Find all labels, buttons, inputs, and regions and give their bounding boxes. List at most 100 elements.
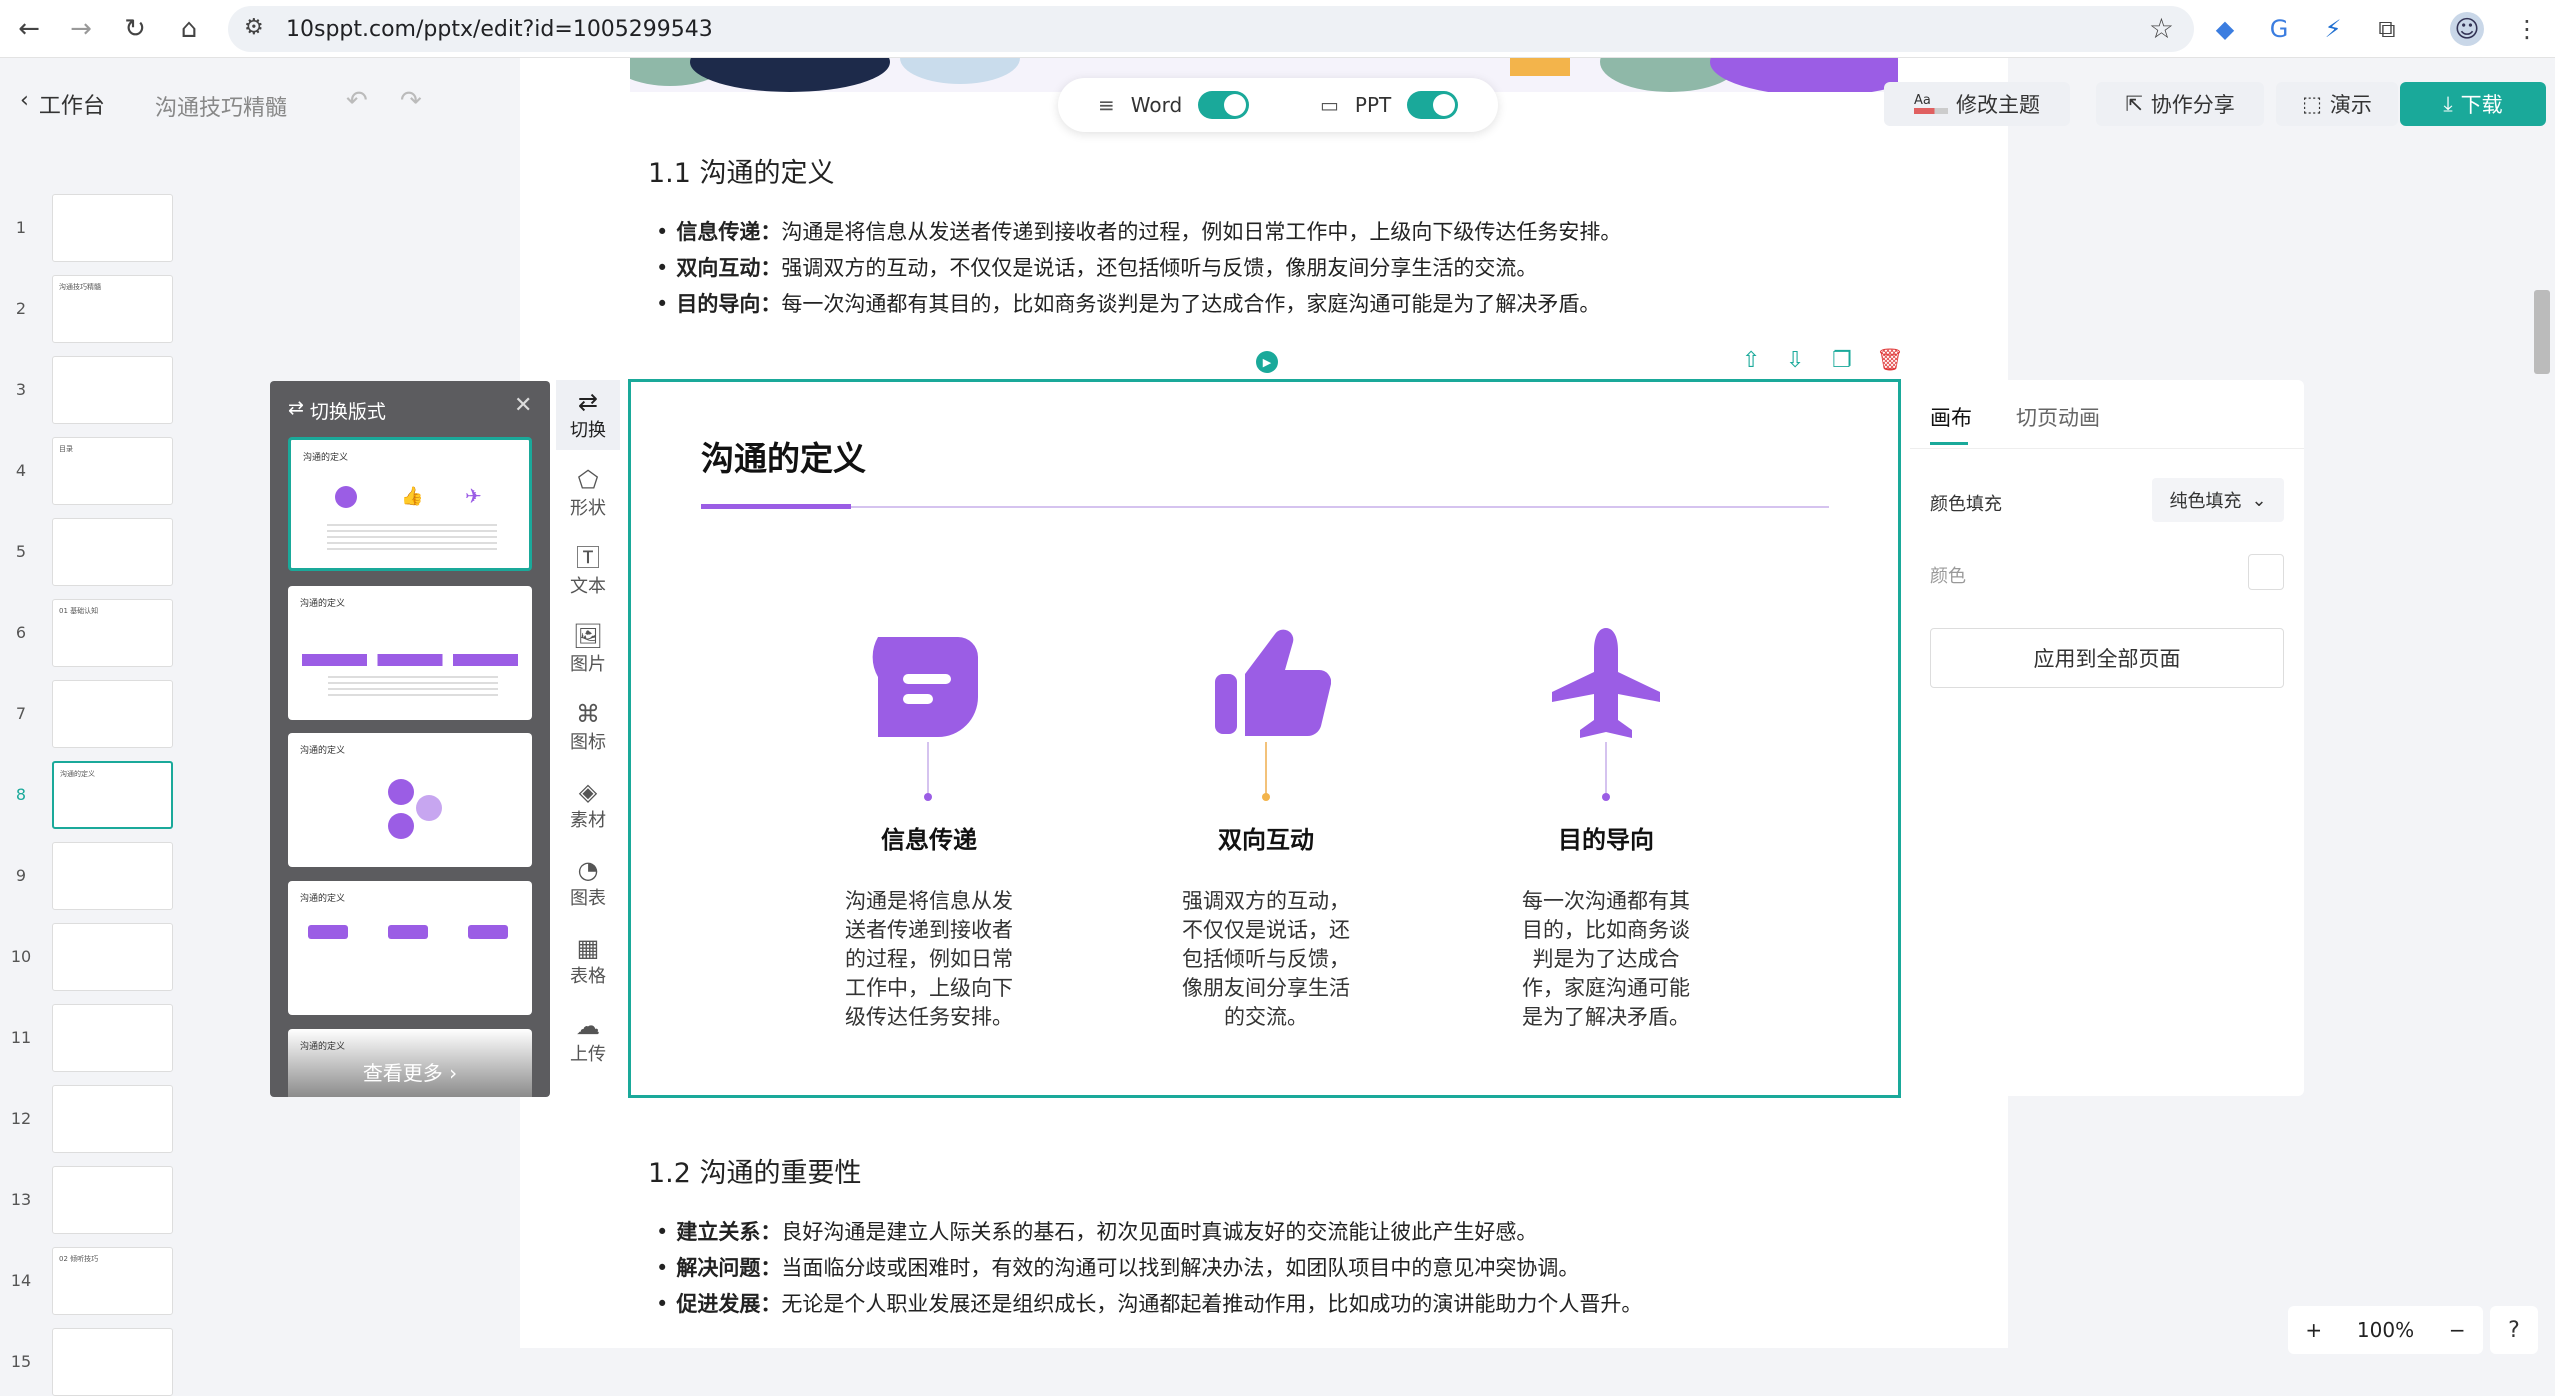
- move-down-icon[interactable]: ⇩: [1786, 348, 1804, 373]
- tool-1[interactable]: ⬠ 形状: [556, 458, 620, 528]
- slide-thumbnail[interactable]: [52, 1328, 173, 1396]
- site-settings-icon[interactable]: ⚙: [244, 15, 264, 40]
- layout-switcher-panel: ⇄ 切换版式 ✕ 沟通的定义 👍 ✈ 沟通的定义 沟通的定义 沟通的定义 沟通的…: [270, 381, 550, 1097]
- color-swatch[interactable]: [2248, 554, 2284, 590]
- profile-avatar[interactable]: ☺: [2450, 12, 2484, 46]
- move-up-icon[interactable]: ⇧: [1742, 348, 1760, 373]
- tool-3[interactable]: 🖼 图片: [556, 614, 620, 684]
- menu-dots-icon[interactable]: ⋮: [2510, 12, 2544, 46]
- word-toggle-switch[interactable]: [1198, 91, 1249, 119]
- thumbnail-number: 2: [15, 299, 27, 318]
- tool-2[interactable]: 🅃 文本: [556, 536, 620, 606]
- extension-icon[interactable]: ◆: [2208, 12, 2242, 46]
- zoom-out-button[interactable]: −: [2449, 1318, 2466, 1342]
- tool-icon: 🅃: [576, 544, 600, 572]
- extensions-puzzle-icon[interactable]: ⧉: [2370, 12, 2404, 46]
- slide-thumbnail[interactable]: [52, 680, 173, 748]
- bullet-item: • 建立关系：良好沟通是建立人际关系的基石，初次见面时真诚友好的交流能让彼此产生好…: [656, 1214, 1956, 1250]
- layout-option-1[interactable]: 沟通的定义 👍 ✈: [288, 437, 532, 571]
- slide-thumbnail[interactable]: [52, 356, 173, 424]
- delete-icon[interactable]: 🗑: [1876, 348, 1904, 373]
- address-bar[interactable]: ⚙ 10sppt.com/pptx/edit?id=1005299543 ☆: [228, 6, 2194, 52]
- bullet-text: 强调双方的互动，不仅仅是说话，还包括倾听与反馈，像朋友间分享生活的交流。: [781, 256, 1538, 280]
- undo-icon[interactable]: ↶: [346, 86, 368, 116]
- thumbnail-number: 3: [15, 380, 27, 399]
- slide-thumbnail[interactable]: 02 倾听技巧: [52, 1247, 173, 1315]
- tab-page-animation[interactable]: 切页动画: [2016, 402, 2100, 432]
- layout-option-4[interactable]: 沟通的定义: [288, 881, 532, 1015]
- thumbnail-number: 6: [15, 623, 27, 642]
- tool-0[interactable]: ⇄ 切换: [556, 380, 620, 450]
- copy-icon[interactable]: ❐: [1832, 348, 1852, 373]
- reload-icon[interactable]: ↻: [116, 10, 154, 48]
- slide-thumbnail[interactable]: 01 基础认知: [52, 599, 173, 667]
- tool-7[interactable]: ▦ 表格: [556, 926, 620, 996]
- play-icon[interactable]: ▶: [1256, 351, 1278, 373]
- translate-icon[interactable]: G: [2262, 12, 2296, 46]
- home-icon[interactable]: ⌂: [170, 10, 208, 48]
- word-label: Word: [1130, 93, 1183, 117]
- bolt-icon[interactable]: ⚡: [2316, 12, 2350, 46]
- switcher-header: ⇄ 切换版式: [288, 397, 386, 423]
- back-icon[interactable]: ←: [10, 10, 48, 48]
- thumbnail-number: 8: [15, 785, 27, 804]
- modify-theme-button[interactable]: Aa 修改主题: [1884, 82, 2070, 126]
- tab-canvas[interactable]: 画布: [1930, 402, 1972, 432]
- tool-label: 图表: [570, 888, 606, 909]
- thumbnail-number: 9: [15, 866, 27, 885]
- layout-option-3[interactable]: 沟通的定义: [288, 733, 532, 867]
- tool-5[interactable]: ◈ 素材: [556, 770, 620, 840]
- slide-thumbnail[interactable]: [52, 1166, 173, 1234]
- ppt-toggle-switch[interactable]: [1407, 91, 1458, 119]
- slide-thumbnail[interactable]: [52, 1085, 173, 1153]
- share-icon: ⇱: [2125, 92, 2143, 116]
- close-icon[interactable]: ✕: [514, 393, 532, 418]
- ppt-label: PPT: [1354, 93, 1392, 117]
- thumbnail-number: 5: [15, 542, 27, 561]
- see-more-link[interactable]: 查看更多 ›: [270, 1057, 550, 1086]
- forward-icon[interactable]: →: [62, 10, 100, 48]
- section-list-2: • 建立关系：良好沟通是建立人际关系的基石，初次见面时真诚友好的交流能让彼此产生好…: [656, 1214, 1956, 1322]
- word-doc-icon: ≡: [1098, 93, 1115, 117]
- slide-title: 沟通的定义: [701, 439, 866, 478]
- bullet-item: • 双向互动：强调双方的互动，不仅仅是说话，还包括倾听与反馈，像朋友间分享生活的交…: [656, 250, 1956, 286]
- fill-type-select[interactable]: 纯色填充 ⌄: [2152, 478, 2284, 522]
- chat-bubble-icon: [872, 637, 978, 801]
- bullet-text: 无论是个人职业发展还是组织成长，沟通都起着推动作用，比如成功的演讲能助力个人晋升…: [781, 1292, 1643, 1316]
- slide-thumbnail[interactable]: [52, 518, 173, 586]
- bullet-item: • 信息传递：沟通是将信息从发送者传递到接收者的过程，例如日常工作中，上级向下级传…: [656, 214, 1956, 250]
- tool-icon: ◔: [577, 856, 599, 884]
- swap-icon: ⇄: [288, 397, 304, 419]
- zoom-control: + 100% −: [2288, 1306, 2483, 1354]
- help-icon[interactable]: ?: [2490, 1306, 2538, 1354]
- slide-thumbnail[interactable]: 目录: [52, 437, 173, 505]
- present-button[interactable]: ⬚ 演示: [2276, 82, 2398, 126]
- apply-all-pages-button[interactable]: 应用到全部页面: [1930, 628, 2284, 688]
- slide-thumbnail[interactable]: 沟通的定义: [52, 761, 173, 829]
- zoom-in-button[interactable]: +: [2305, 1318, 2322, 1342]
- title-underline-accent: [701, 504, 851, 509]
- download-button[interactable]: ⤓ 下载: [2400, 82, 2546, 126]
- redo-icon[interactable]: ↷: [400, 86, 422, 116]
- share-button[interactable]: ⇱ 协作分享: [2096, 82, 2264, 126]
- bullet-dot: •: [656, 256, 669, 280]
- slide-thumbnail[interactable]: [52, 194, 173, 262]
- tool-icon: ⇄: [577, 388, 599, 416]
- bullet-text: 每一次沟通都有其目的，比如商务谈判是为了达成合作，家庭沟通可能是为了解决矛盾。: [781, 292, 1601, 316]
- tool-4[interactable]: ⌘ 图标: [556, 692, 620, 762]
- slide-thumbnail[interactable]: [52, 1004, 173, 1072]
- slide-thumbnail[interactable]: 沟通技巧精髓: [52, 275, 173, 343]
- chevron-left-icon: ‹: [20, 88, 29, 113]
- slide-thumbnail[interactable]: [52, 923, 173, 991]
- bullet-label: 目的导向：: [676, 292, 782, 316]
- page-scrollbar-thumb[interactable]: [2534, 290, 2550, 374]
- tool-6[interactable]: ◔ 图表: [556, 848, 620, 918]
- tool-label: 表格: [570, 966, 606, 987]
- slide-canvas[interactable]: 沟通的定义 信息传递 沟通是将信息从发送者传递到接收者的过程，例如日常工作中，上…: [628, 379, 1901, 1098]
- back-to-workbench[interactable]: ‹ 工作台: [20, 88, 105, 120]
- layout-option-2[interactable]: 沟通的定义: [288, 586, 532, 720]
- bookmark-star-icon[interactable]: ☆: [2149, 12, 2174, 45]
- tool-8[interactable]: ☁ 上传: [556, 1004, 620, 1074]
- document-title[interactable]: 沟通技巧精髓: [155, 90, 287, 122]
- slide-thumbnail[interactable]: [52, 842, 173, 910]
